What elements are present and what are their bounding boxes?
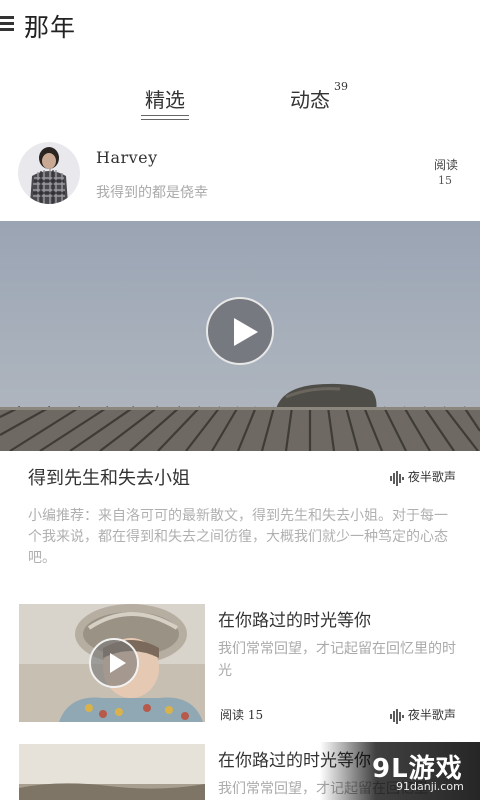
audio-wave-icon bbox=[390, 708, 404, 724]
featured-article-title[interactable]: 得到先生和失去小姐 bbox=[28, 464, 190, 490]
audio-tag-label: 夜半歌声 bbox=[407, 708, 456, 722]
read-count: 15 bbox=[438, 174, 452, 187]
app-title: 那年 bbox=[24, 13, 77, 42]
audio-tag[interactable]: 夜半歌声 bbox=[390, 468, 456, 486]
list-item-thumbnail bbox=[19, 604, 205, 722]
list-item-read-count: 阅读 15 bbox=[220, 708, 264, 722]
audio-tag-label: 夜半歌声 bbox=[407, 470, 456, 484]
list-item-title: 在你路过的时光等你 bbox=[218, 611, 371, 631]
app-header: 那年 bbox=[0, 0, 480, 56]
list-item-thumbnail bbox=[19, 744, 205, 800]
read-label: 阅读 bbox=[433, 158, 458, 172]
author-motto: 我得到的都是侥幸 bbox=[96, 185, 208, 201]
tab-bar: 精选 动态 39 bbox=[0, 78, 480, 122]
author-name[interactable]: Harvey bbox=[96, 148, 158, 167]
featured-video-cover[interactable] bbox=[0, 221, 480, 451]
list-item[interactable]: 在你路过的时光等你 我们常常回望，才记起留在回忆里的时光 阅读 15 夜半歌声 bbox=[0, 604, 480, 729]
updates-count-badge: 39 bbox=[334, 80, 348, 93]
tab-featured[interactable]: 精选 bbox=[141, 84, 189, 120]
app-screen: 那年 精选 动态 39 Harvey 我得到的都是侥幸 阅读 15 得到先生和失… bbox=[0, 0, 480, 800]
list-item-summary: 我们常常回望，才记起留在回忆里的时光 bbox=[218, 641, 456, 679]
featured-article-summary: 小编推荐：来自洛可可的最新散文，得到先生和失去小姐。对于每一个我来说，都在得到和… bbox=[28, 508, 448, 566]
watermark-url: 91danji.com bbox=[396, 780, 464, 793]
tab-underline-secondary bbox=[141, 119, 189, 120]
thumbnail-play-button[interactable] bbox=[89, 638, 139, 688]
tab-updates-label: 动态 bbox=[290, 88, 330, 112]
author-avatar[interactable] bbox=[18, 142, 80, 204]
tab-updates[interactable]: 动态 bbox=[290, 84, 330, 113]
author-row: Harvey 我得到的都是侥幸 阅读 15 bbox=[0, 138, 480, 218]
hamburger-icon[interactable] bbox=[0, 16, 14, 32]
tab-featured-label: 精选 bbox=[145, 88, 185, 112]
play-button[interactable] bbox=[206, 297, 274, 365]
audio-wave-icon bbox=[390, 470, 404, 486]
tab-underline bbox=[141, 115, 189, 116]
audio-tag[interactable]: 夜半歌声 bbox=[390, 706, 456, 724]
